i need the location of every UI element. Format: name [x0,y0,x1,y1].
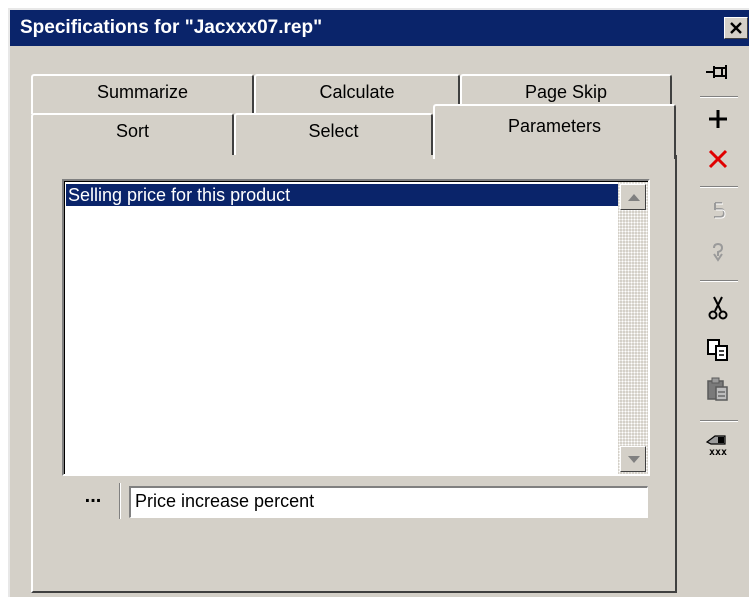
undo-icon [714,202,726,219]
scroll-up-button[interactable] [620,184,646,210]
paste-button[interactable] [694,372,742,408]
scroll-down-button[interactable] [620,446,646,472]
toolbar-separator [700,280,738,282]
redo-icon [713,242,724,262]
arrow-down-icon [628,456,640,463]
tab-label: Calculate [319,82,395,102]
specifications-dialog: Specifications for "Jacxxx07.rep" Summar… [8,8,749,597]
delete-button[interactable] [694,142,742,178]
window-title: Specifications for "Jacxxx07.rep" [20,17,323,38]
parameters-list[interactable]: Selling price for this product [62,179,650,476]
copy-button[interactable] [694,332,742,368]
tab-select[interactable]: Select [234,113,433,155]
tab-parameters[interactable]: Parameters [433,104,676,159]
cut-button[interactable] [694,290,742,326]
parameter-description-field[interactable]: Price increase percent [129,486,648,518]
toolbar-separator [700,96,738,98]
tab-label: Summarize [96,82,189,102]
list-item[interactable]: Selling price for this product [65,183,620,207]
mask-button[interactable]: xxx [694,428,742,464]
pin-button[interactable] [694,54,742,90]
paste-icon [707,377,728,401]
list-frame: Selling price for this product [64,181,648,474]
tab-sort[interactable]: Sort [31,113,234,155]
mask-icon: xxx [705,435,727,458]
copy-icon [707,339,728,361]
toolbar-separator [700,186,738,188]
add-button[interactable] [694,102,742,138]
mask-text: xxx [709,447,727,458]
close-icon [730,22,742,34]
tab-label: Select [308,121,359,141]
parameters-panel: Selling price for this product ... Price… [31,155,677,593]
vertical-scrollbar[interactable] [618,182,648,474]
toolbar-separator [700,420,738,422]
delete-icon [708,149,728,169]
redo-button[interactable] [694,236,742,272]
arrow-up-icon [628,194,640,201]
title-bar[interactable]: Specifications for "Jacxxx07.rep" [10,10,749,46]
close-button[interactable] [724,17,748,39]
cut-icon [708,296,728,320]
pin-icon [706,65,727,79]
tab-summarize[interactable]: Summarize [31,74,254,114]
tab-label: Page Skip [524,82,608,102]
tab-label: Sort [115,121,149,141]
add-icon [709,110,727,128]
ellipsis-button[interactable]: ... [78,485,108,515]
right-toolbar: xxx [694,54,746,534]
undo-button[interactable] [694,194,742,230]
tab-calculate[interactable]: Calculate [254,74,460,114]
tab-label: Parameters [507,116,602,136]
divider [119,483,121,519]
